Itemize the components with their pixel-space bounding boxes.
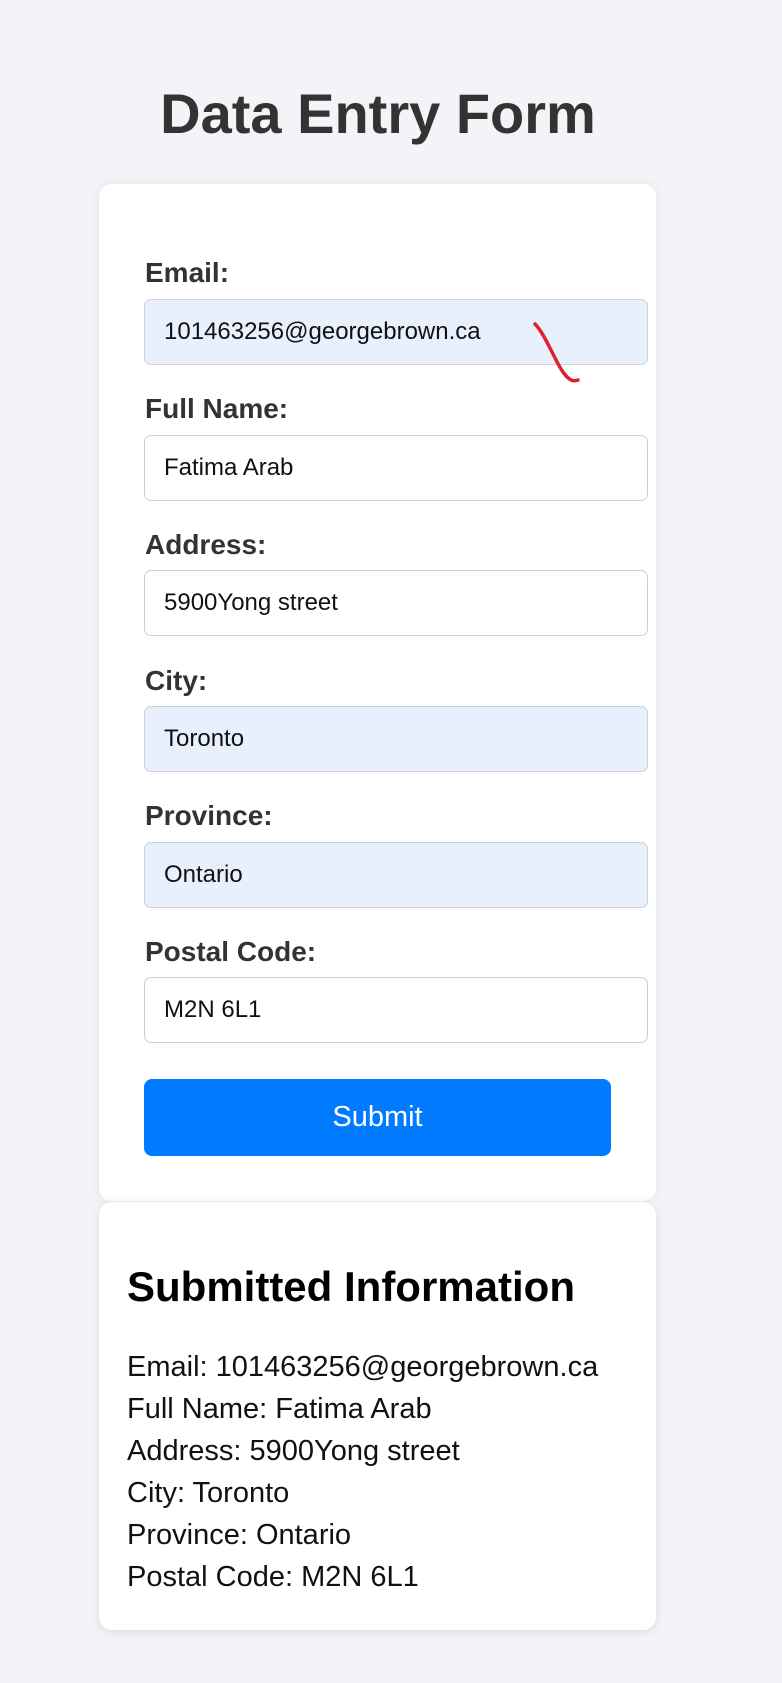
address-label: Address:: [145, 529, 267, 560]
city-field[interactable]: [144, 706, 648, 772]
page-title: Data Entry Form: [160, 82, 596, 145]
address-field[interactable]: [144, 570, 648, 636]
full-name-field[interactable]: [144, 435, 648, 501]
submit-button[interactable]: Submit: [144, 1079, 611, 1156]
email-label: Email:: [145, 257, 230, 288]
submitted-information-panel: Submitted Information Email: 101463256@g…: [99, 1202, 656, 1630]
annotation-pen-stroke: [533, 322, 580, 383]
submitted-address: Address: 5900Yong street: [127, 1435, 460, 1467]
submitted-email: Email: 101463256@georgebrown.ca: [127, 1351, 599, 1383]
postal-code-field[interactable]: [144, 977, 648, 1043]
submitted-city: City: Toronto: [127, 1477, 290, 1509]
postal-code-label: Postal Code:: [145, 936, 317, 967]
province-label: Province:: [145, 800, 273, 831]
province-field[interactable]: [144, 842, 648, 908]
submitted-full-name: Full Name: Fatima Arab: [127, 1393, 432, 1425]
submitted-information-title: Submitted Information: [127, 1263, 575, 1310]
city-label: City:: [145, 665, 208, 696]
submitted-province: Province: Ontario: [127, 1519, 352, 1551]
full-name-label: Full Name:: [145, 393, 289, 424]
submitted-postal-code: Postal Code: M2N 6L1: [127, 1561, 419, 1593]
